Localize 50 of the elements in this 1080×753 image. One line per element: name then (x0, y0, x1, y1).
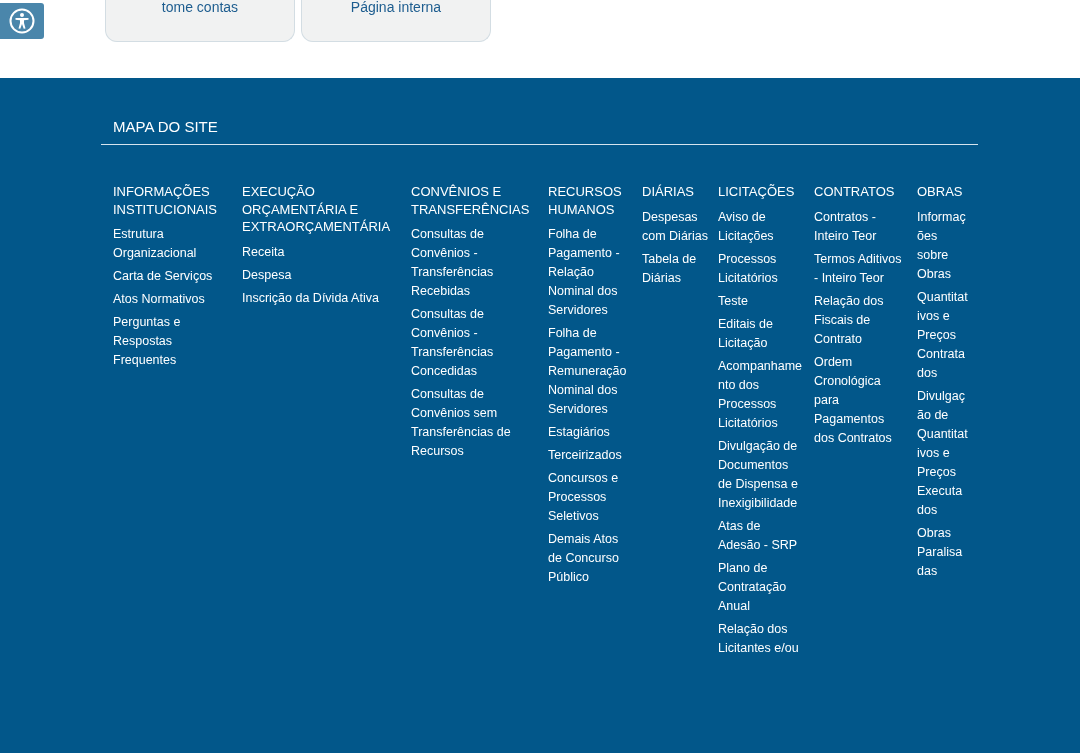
sitemap-link[interactable]: Tabela de Diárias (642, 249, 708, 288)
sitemap-link[interactable]: Ordem Cronológica para Pagamentos dos Contratos (814, 352, 907, 448)
sitemap-link[interactable]: Relação dos Fiscais de Contrato (814, 291, 907, 349)
sitemap-title: MAPA DO SITE (113, 117, 219, 137)
sitemap-link[interactable]: Consultas de Convênios - Transferências Recebidas (411, 225, 538, 301)
sitemap-link[interactable]: Acompanhamento dos Processos Licitatórios (718, 356, 804, 433)
sitemap-link[interactable]: Informações sobre Obras (917, 207, 969, 284)
sitemap-link[interactable]: Atas de Adesão - SRP (718, 516, 804, 555)
sitemap-link[interactable]: Concursos e Processos Seletivos (548, 469, 632, 526)
sitemap-link[interactable]: Perguntas e Respostas Frequentes (113, 313, 232, 370)
accessibility-icon (9, 8, 35, 34)
sitemap-link[interactable]: Obras Paralisadas (917, 523, 969, 581)
sitemap-link[interactable]: Despesas com Diárias (642, 207, 708, 246)
sitemap-link[interactable]: Folha de Pagamento - Relação Nominal dos Servidores (548, 225, 632, 320)
sitemap-link[interactable]: Consultas de Convênios sem Transferências de Recursos (411, 385, 538, 461)
card-label: Página interna (350, 0, 442, 14)
column-heading: EXECUÇÃO ORÇAMENTÁRIA E EXTRAORÇAMENTÁRIA (242, 183, 392, 236)
sitemap-link[interactable]: Despesa (242, 265, 292, 285)
card-label: tome contas (161, 0, 239, 14)
sitemap-link[interactable]: Teste (718, 291, 748, 311)
sitemap-link[interactable]: Terceirizados (548, 446, 622, 465)
sitemap-link[interactable]: Consultas de Convênios - Transferências Concedidas (411, 305, 538, 381)
sitemap-link[interactable]: Estrutura Organizacional (113, 225, 232, 263)
sitemap-link[interactable]: Demais Atos de Concurso Público (548, 530, 632, 587)
column-heading: INFORMAÇÕES INSTITUCIONAIS (113, 183, 218, 218)
accessibility-button[interactable] (0, 3, 44, 39)
sitemap-link[interactable]: Divulgação de Documentos de Dispensa e Inexigibilidade (718, 436, 804, 513)
sitemap-link[interactable]: Termos Aditivos - Inteiro Teor (814, 249, 907, 288)
sitemap-link[interactable]: Relação dos Licitantes e/ou (718, 619, 804, 658)
sitemap-link[interactable]: Atos Normativos (113, 290, 205, 309)
sitemap-link[interactable]: Receita (242, 242, 285, 262)
sitemap-link[interactable]: Plano de Contratação Anual (718, 558, 804, 616)
link-card[interactable]: Página interna (301, 0, 491, 42)
column-heading: DIÁRIAS (642, 183, 694, 201)
sitemap-link[interactable]: Estagiários (548, 423, 610, 442)
sitemap-link[interactable]: Folha de Pagamento - Remuneração Nominal dos Servidores (548, 324, 632, 419)
column-heading: LICITAÇÕES (718, 183, 795, 201)
column-heading: CONTRATOS (814, 183, 895, 201)
sitemap-link[interactable]: Contratos - Inteiro Teor (814, 207, 907, 246)
sitemap-link[interactable]: Inscrição da Dívida Ativa (242, 288, 379, 308)
column-heading: RECURSOS HUMANOS (548, 183, 623, 218)
sitemap-link[interactable]: Processos Licitatórios (718, 249, 804, 288)
sitemap-link[interactable]: Editais de Licitação (718, 314, 804, 353)
sitemap-link[interactable]: Divulgação de Quantitativos e Preços Executados (917, 386, 969, 520)
sitemap-link[interactable]: Carta de Serviços (113, 267, 213, 286)
column-heading: CONVÊNIOS E TRANSFERÊNCIAS (411, 183, 531, 218)
link-card[interactable]: tome contas (105, 0, 295, 42)
sitemap-link[interactable]: Aviso de Licitações (718, 207, 804, 246)
sitemap-link[interactable]: Quantitativos e Preços Contratados (917, 287, 969, 383)
column-heading: OBRAS (917, 183, 963, 201)
